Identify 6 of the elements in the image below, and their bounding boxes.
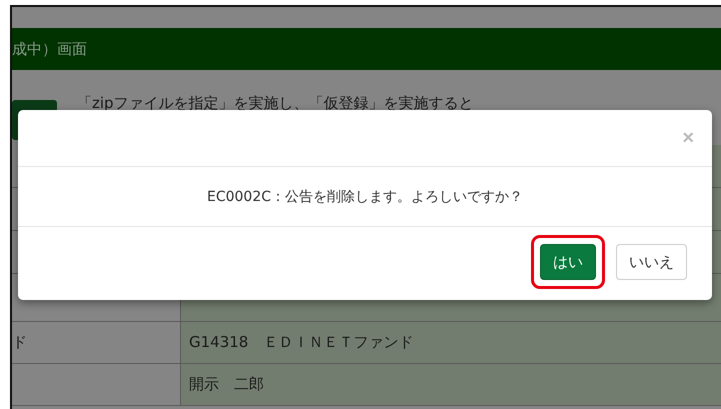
no-button[interactable]: いいえ [616, 244, 687, 280]
dialog-message: EC0002C：公告を削除します。よろしいですか？ [206, 188, 524, 206]
table-cell: G14318 ＥＤＩＮＥＴファンド [181, 322, 721, 363]
page-title: 成中）画面 [12, 40, 87, 58]
table-cell: 開示 二郎 [181, 364, 721, 405]
yes-button[interactable]: はい [540, 244, 596, 280]
